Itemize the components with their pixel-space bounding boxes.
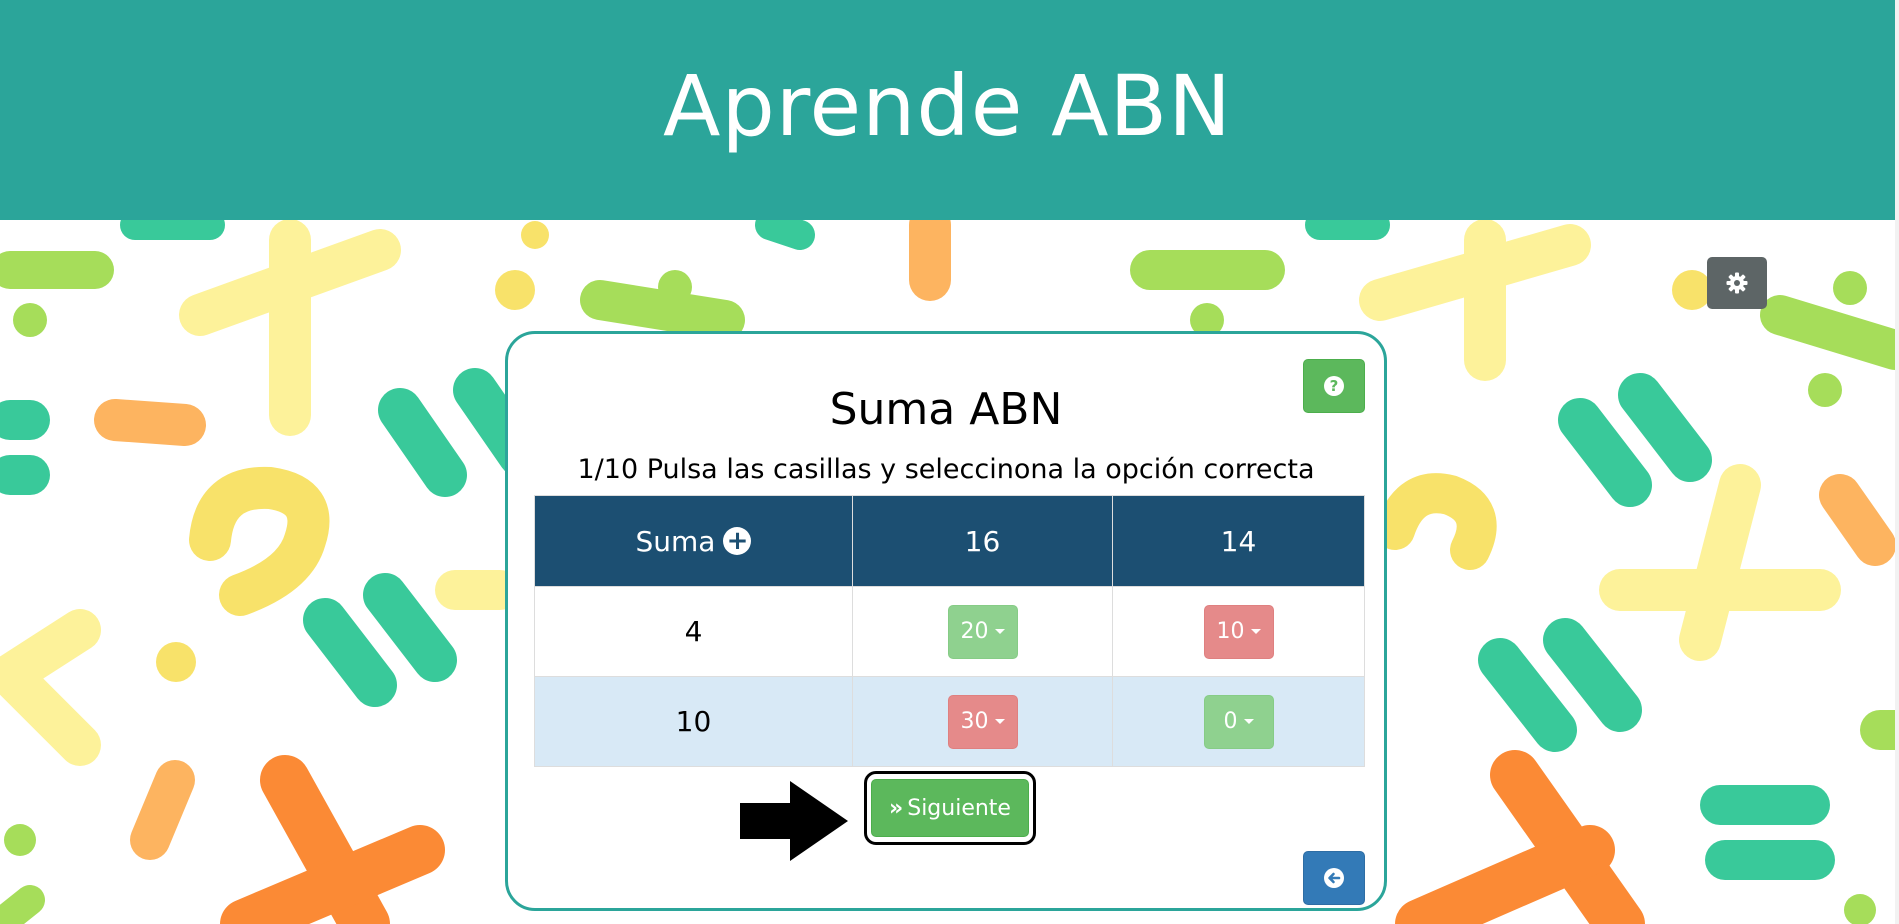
plus-circle-icon: +	[723, 527, 752, 555]
row-label: 10	[534, 676, 853, 767]
answer-value: 10	[1216, 619, 1245, 644]
gear-icon	[1726, 272, 1748, 294]
abn-table: Suma + 16 14 4 20 10 10 30 0	[534, 495, 1365, 767]
header-label: Suma	[635, 524, 716, 558]
scrollbar-edge	[1895, 0, 1899, 924]
back-button[interactable]	[1303, 851, 1365, 905]
exercise-card: ? Suma ABN 1/10 Pulsa las casillas y sel…	[505, 331, 1387, 911]
caret-down-icon	[994, 629, 1005, 634]
answer-dropdown[interactable]: 0	[1203, 694, 1274, 749]
pointer-arrow-icon	[740, 781, 848, 861]
app-title: Aprende ABN	[662, 57, 1233, 155]
table-header-cell: 14	[1112, 495, 1365, 587]
table-cell: 10	[1112, 586, 1365, 677]
table-cell: 30	[852, 676, 1113, 767]
next-label: Siguiente	[907, 795, 1011, 821]
app-header: Aprende ABN	[0, 0, 1895, 220]
answer-value: 30	[960, 709, 989, 734]
answer-dropdown[interactable]: 10	[1203, 604, 1274, 659]
next-button[interactable]: » Siguiente	[871, 779, 1029, 837]
row-label: 4	[534, 586, 853, 677]
settings-button[interactable]	[1707, 257, 1767, 309]
arrow-circle-left-icon	[1324, 868, 1344, 888]
caret-down-icon	[1250, 629, 1261, 634]
table-header-operation: Suma +	[534, 495, 853, 587]
table-header-cell: 16	[852, 495, 1113, 587]
table-header-row: Suma + 16 14	[534, 495, 1365, 587]
answer-dropdown[interactable]: 20	[947, 604, 1018, 659]
answer-dropdown[interactable]: 30	[947, 694, 1018, 749]
caret-down-icon	[994, 719, 1005, 724]
exercise-instructions: 1/10 Pulsa las casillas y seleccinona la…	[577, 454, 1315, 485]
table-row: 10 30 0	[534, 676, 1365, 767]
exercise-title: Suma ABN	[829, 384, 1063, 435]
caret-down-icon	[1243, 719, 1254, 724]
table-row: 4 20 10	[534, 586, 1365, 677]
table-cell: 20	[852, 586, 1113, 677]
answer-value: 0	[1223, 709, 1238, 734]
table-cell: 0	[1112, 676, 1365, 767]
double-chevron-right-icon: »	[889, 795, 904, 821]
next-button-highlight: » Siguiente	[864, 771, 1036, 845]
answer-value: 20	[960, 619, 989, 644]
